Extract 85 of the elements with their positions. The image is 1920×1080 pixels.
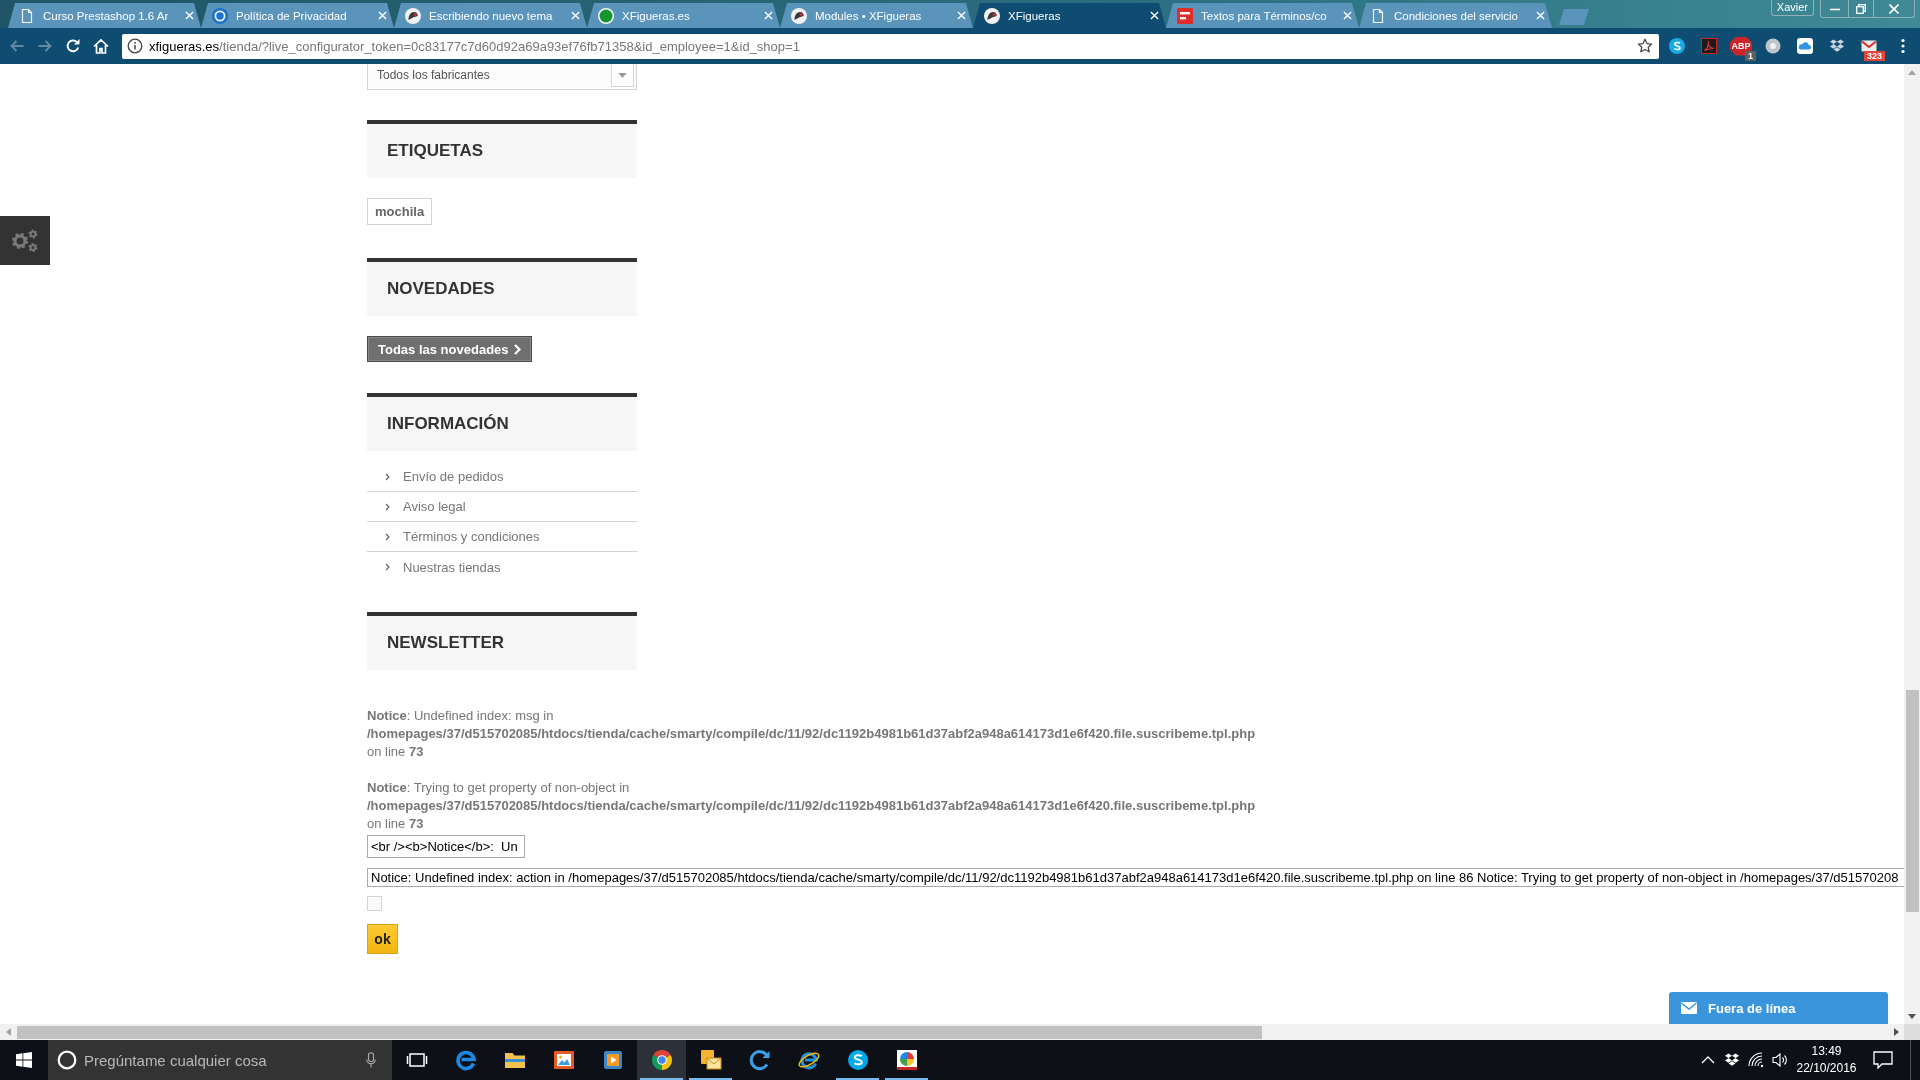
section-heading: NEWSLETTER <box>367 612 637 670</box>
search-bar[interactable]: Pregúntame cualquier cosa <box>48 1040 392 1080</box>
info-icon[interactable] <box>127 38 143 54</box>
section-heading: NOVEDADES <box>367 258 637 316</box>
section-heading: INFORMACIÓN <box>367 393 637 451</box>
scrollbar-corner <box>1904 1024 1920 1040</box>
checkbox[interactable] <box>367 896 382 911</box>
disc-icon[interactable] <box>1765 38 1781 54</box>
e-logo-icon <box>453 1048 478 1072</box>
envelope-icon[interactable] <box>1861 38 1877 54</box>
page-icon <box>19 7 35 24</box>
disc-icon <box>598 7 614 24</box>
close-icon[interactable] <box>1150 11 1159 20</box>
envelope-icon <box>698 1048 723 1072</box>
address-bar[interactable]: xfigueras.es/tienda/?live_configurator_token=0c83177c7d60d92a69a93ef76fb71358&id_employee=1&id_shop=1 <box>122 33 1659 59</box>
browser-tab[interactable]: XFigueras.es <box>587 3 780 28</box>
chevron-right-icon <box>385 472 390 481</box>
diamonds-icon[interactable] <box>1829 38 1845 54</box>
round-logo-icon <box>984 7 1000 24</box>
notification-badge: 1 <box>1745 51 1756 61</box>
ok-button[interactable]: ok <box>367 924 398 954</box>
browser-tab[interactable]: Escribiendo nuevo tema <box>394 3 587 28</box>
scrollbar-thumb[interactable] <box>1905 690 1919 912</box>
chevron-right-icon <box>513 343 521 355</box>
page-icon <box>1370 7 1386 24</box>
text-field[interactable]: <br /><b>Notice</b>: Un <box>367 835 525 858</box>
arrow-right-icon[interactable] <box>1893 1028 1899 1036</box>
browser-tab[interactable]: Modules • XFigueras <box>780 3 973 28</box>
notification-icon[interactable] <box>1873 1051 1893 1069</box>
browser-tab[interactable]: Curso Prestashop 1.6 Ar <box>8 3 201 28</box>
s-logo-icon[interactable] <box>1669 38 1685 54</box>
info-link[interactable]: Aviso legal <box>403 499 466 514</box>
round-logo-icon <box>405 7 421 24</box>
speaker-icon[interactable] <box>1772 1052 1788 1068</box>
browser-tab[interactable]: Textos para Términos/co <box>1166 3 1359 28</box>
chevron-right-icon <box>385 563 390 571</box>
info-link[interactable]: Términos y condiciones <box>403 529 540 544</box>
settings-icon <box>10 227 40 254</box>
close-icon[interactable] <box>1889 3 1899 14</box>
scrollbar-thumb[interactable] <box>17 1025 1262 1039</box>
wifi-icon[interactable] <box>1748 1052 1764 1068</box>
section-heading: ETIQUETAS <box>367 120 637 178</box>
diamonds-icon[interactable] <box>1724 1052 1740 1068</box>
restore-icon[interactable] <box>1856 3 1866 14</box>
browser-tab[interactable]: XFigueras <box>973 3 1166 28</box>
color-wheel-icon <box>894 1048 919 1072</box>
start-icon[interactable] <box>16 1052 32 1068</box>
settings-button[interactable] <box>0 216 50 265</box>
tag-link[interactable]: mochila <box>367 198 433 225</box>
chevron-right-icon <box>385 502 390 511</box>
offline-chat-button[interactable]: Fuera de línea <box>1669 992 1888 1024</box>
microphone-icon[interactable] <box>366 1052 376 1068</box>
browser-tab[interactable]: Condiciones del servicio <box>1359 3 1552 28</box>
text-field[interactable]: Notice: Undefined index: action in /homepages/37/d515702085/htdocs/tienda/cache/smarty/compile/dc/11/92/dc1192b4981b61d37abf2a948a614173d1e6f420.file.suscribeme.tpl.php on line 86 Notice: Trying to get property of non-object in /homepages/37/d51570208 <box>367 868 1904 887</box>
star-icon[interactable] <box>1637 38 1653 54</box>
browser-tab[interactable]: Política de Privacidad <box>201 3 394 28</box>
caret-down-icon <box>618 72 627 78</box>
round-logo-icon <box>791 7 807 24</box>
swirl-logo-icon[interactable] <box>1701 38 1717 54</box>
clock-time[interactable]: 13:49 <box>1811 1043 1842 1060</box>
info-link[interactable]: Envío de pedidos <box>403 469 504 484</box>
view-all-button[interactable]: Todas las novedades <box>367 336 532 362</box>
error-notice: Notice: Trying to get property of non-object in /homepages/37/d515702085/htdocs/tienda/cache/smarty/compile/dc/11/92/dc1192b4981b61d37abf2a948a614173d1e6f420.file.suscribeme.tpl.php on line 73 <box>367 779 1256 833</box>
clock-date[interactable]: 22/10/2016 <box>1796 1060 1857 1077</box>
error-notice: Notice: Undefined index: msg in /homepages/37/d515702085/htdocs/tienda/cache/smarty/compile/dc/11/92/dc1192b4981b61d37abf2a948a614173d1e6f420.file.suscribeme.tpl.php on line 73 <box>367 707 1256 761</box>
manufacturer-select[interactable]: Todos los fabricantes <box>367 64 637 90</box>
s-logo-icon <box>845 1048 870 1072</box>
envelope-icon <box>1681 1002 1697 1014</box>
round-logo-icon <box>649 1048 674 1072</box>
notification-badge: 323 <box>1863 51 1885 61</box>
menu-icon[interactable] <box>1900 38 1905 54</box>
taskbar-button[interactable] <box>637 1040 686 1080</box>
cloud-icon[interactable] <box>1797 38 1813 54</box>
search-field[interactable]: Pregúntame cualquier cosa <box>84 1051 366 1069</box>
reload-icon[interactable] <box>65 38 81 54</box>
ring-arrow-icon <box>747 1048 772 1072</box>
picture-icon <box>551 1048 576 1072</box>
ring-logo-icon <box>212 7 228 24</box>
arrow-down-icon[interactable] <box>1908 1013 1916 1019</box>
square-logo-icon <box>1177 7 1193 24</box>
ring-icon <box>57 1050 77 1070</box>
home-icon[interactable] <box>93 38 109 54</box>
info-link[interactable]: Nuestras tiendas <box>403 559 501 575</box>
profile-name[interactable]: Xavier <box>1770 0 1814 16</box>
chevron-right-icon <box>385 532 390 541</box>
